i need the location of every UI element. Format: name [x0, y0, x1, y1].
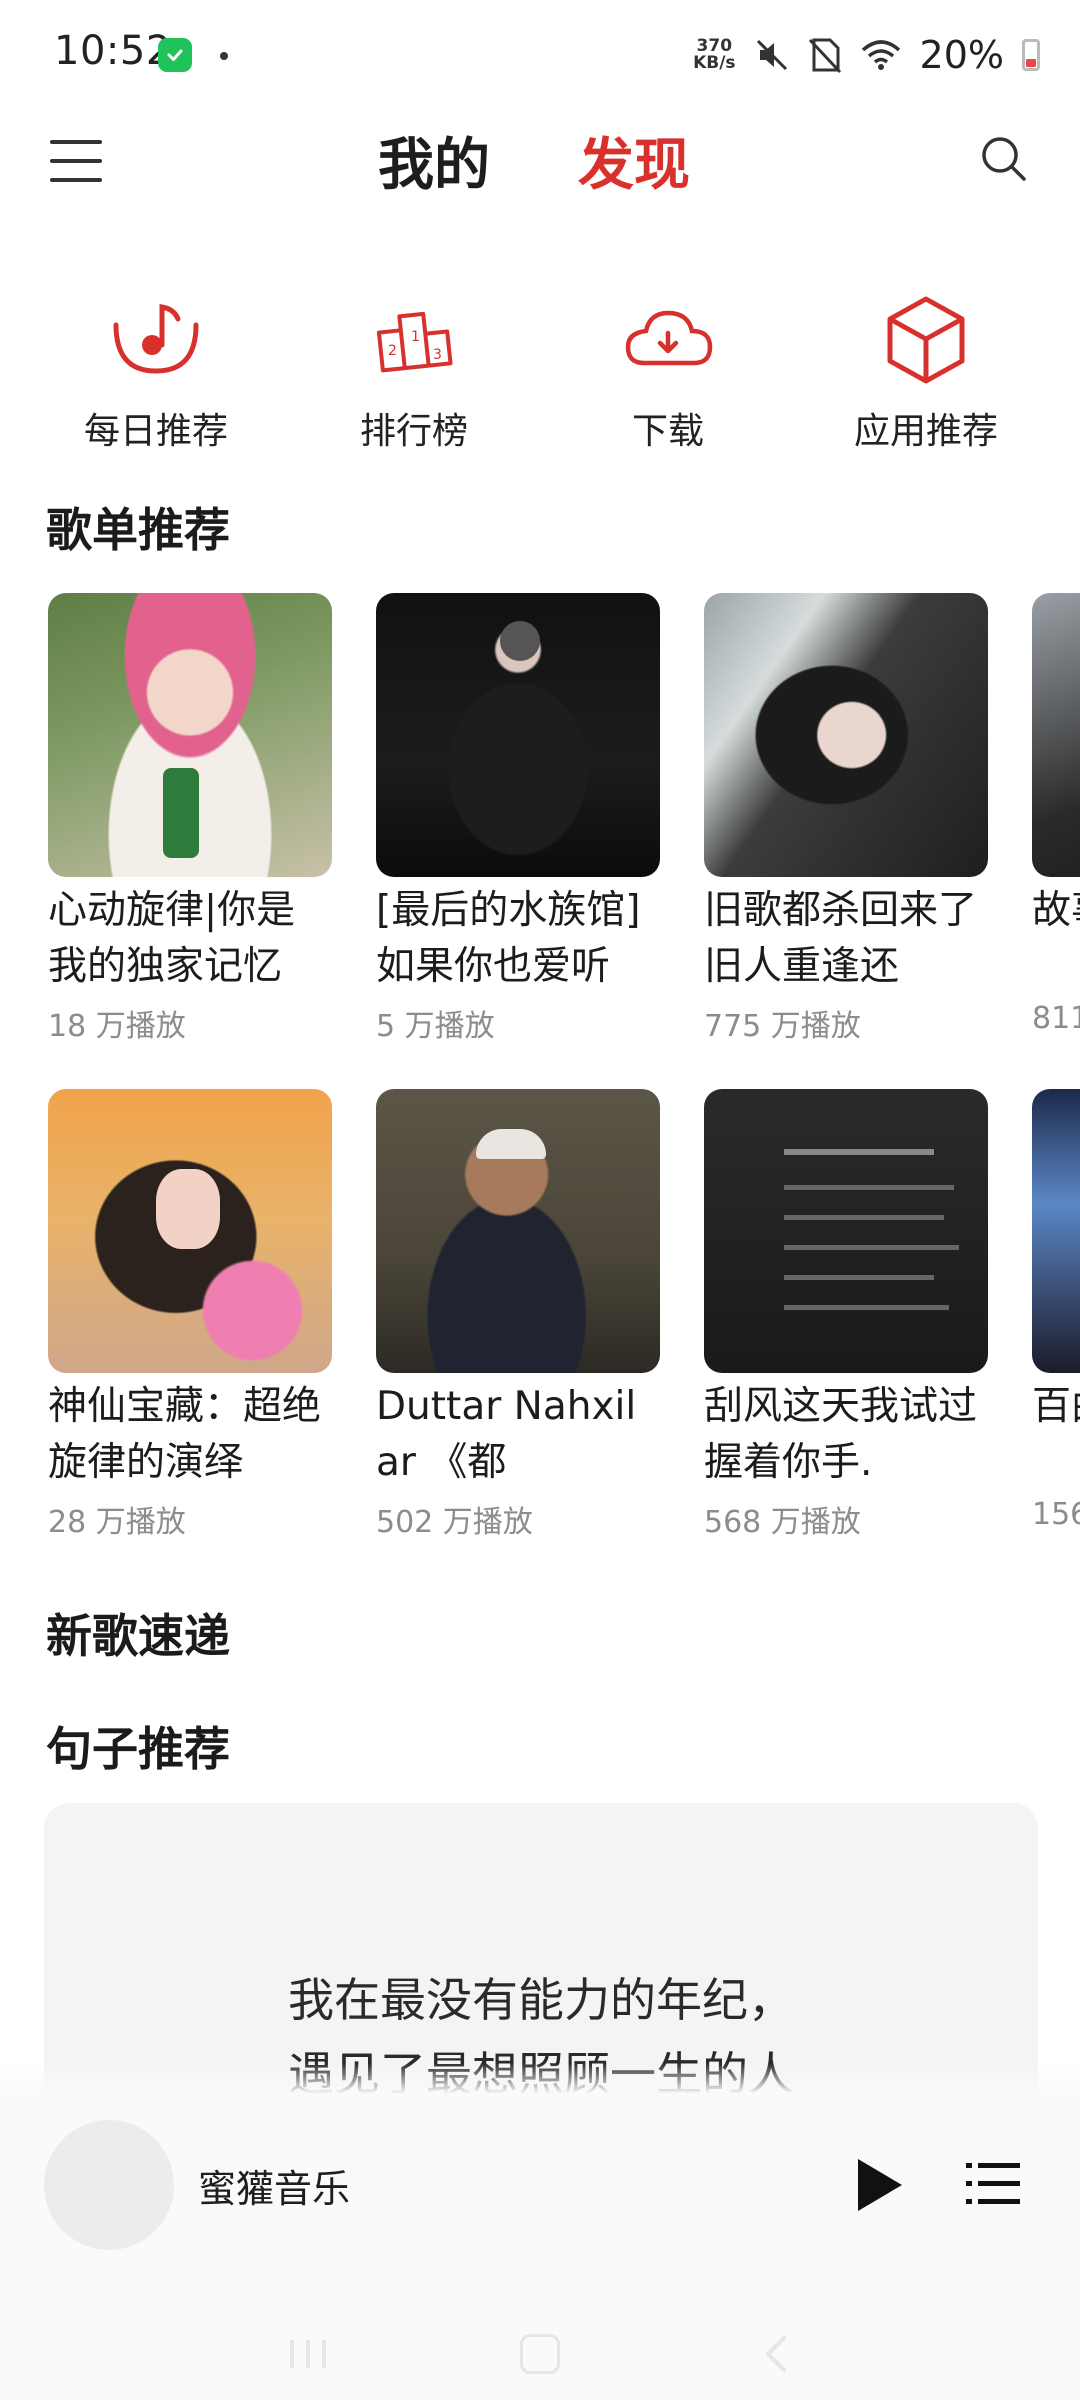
playlist-cover — [48, 1089, 332, 1373]
playlist-title: Duttar Nahxilar 《都 — [376, 1384, 637, 1485]
quick-entry-download[interactable]: 下载 — [568, 290, 768, 454]
quick-entries: 每日推荐 2 1 3 排行榜 下载 应用推荐 — [0, 290, 1080, 452]
playlist-cover — [376, 1089, 660, 1373]
sentence-line-1: 我在最没有能力的年纪， — [288, 1973, 794, 2027]
play-icon[interactable] — [848, 2153, 908, 2217]
playlist-card[interactable]: [最后的水族馆]如果你也爱听 5 万播放 — [376, 593, 660, 1045]
network-speed-unit: KB/s — [693, 53, 736, 73]
playlist-queue-icon[interactable] — [966, 2159, 1020, 2209]
cube-icon — [876, 290, 976, 390]
playlist-plays: 18 万播放 — [48, 1009, 186, 1044]
recent-apps-icon[interactable] — [286, 2336, 330, 2372]
status-bar: 10:52 370 KB/s 20% — [0, 0, 1080, 110]
playlist-card[interactable]: Duttar Nahxilar 《都 502 万播放 — [376, 1089, 660, 1541]
playlist-card[interactable]: 百曲 156 — [1032, 1089, 1080, 1532]
music-note-icon — [106, 290, 206, 390]
playlist-cover — [1032, 1089, 1080, 1373]
quick-entry-apps[interactable]: 应用推荐 — [826, 290, 1026, 454]
quick-entry-label: 每日推荐 — [83, 411, 228, 452]
quick-entry-label: 应用推荐 — [853, 411, 998, 452]
playlist-card[interactable]: 故事还 811 — [1032, 593, 1080, 1036]
section-title-playlists: 歌单推荐 — [46, 503, 230, 557]
playlist-plays: 28 万播放 — [48, 1505, 186, 1540]
back-icon[interactable] — [760, 2334, 790, 2374]
menu-icon[interactable] — [50, 140, 102, 182]
playlist-plays: 502 万播放 — [376, 1505, 533, 1540]
playlist-title: 刮风这天我试过握着你手. — [704, 1384, 978, 1485]
playlist-cover — [704, 593, 988, 877]
mute-icon — [756, 39, 787, 71]
svg-text:3: 3 — [433, 347, 442, 363]
section-title-new-songs[interactable]: 新歌速递 — [46, 1600, 230, 1666]
playlist-card[interactable]: 旧歌都杀回来了 旧人重逢还 775 万播放 — [704, 593, 988, 1045]
section-title-sentences: 句子推荐 — [46, 1722, 230, 1776]
player-title: 蜜獾音乐 — [198, 2167, 351, 2211]
home-icon[interactable] — [520, 2334, 560, 2374]
playlist-title: [最后的水族馆]如果你也爱听 — [376, 888, 641, 989]
svg-text:2: 2 — [388, 343, 397, 359]
tab-discover[interactable]: 发现 — [578, 120, 690, 201]
playlist-title: 旧歌都杀回来了 旧人重逢还 — [704, 888, 978, 989]
playlist-title: 心动旋律|你是我的独家记忆 — [48, 888, 296, 989]
system-navigation-bar — [0, 2300, 1080, 2400]
playlist-cover — [376, 593, 660, 877]
playlist-plays: 5 万播放 — [376, 1009, 495, 1044]
podium-icon: 2 1 3 — [364, 290, 464, 390]
playlist-card[interactable]: 神仙宝藏：超绝旋律的演绎 28 万播放 — [48, 1089, 332, 1541]
search-icon[interactable] — [978, 133, 1030, 185]
quick-entry-label: 排行榜 — [359, 411, 468, 452]
playlist-cover — [1032, 593, 1080, 877]
battery-percent: 20% — [919, 33, 1004, 77]
wifi-icon — [861, 40, 900, 70]
playlist-plays: 156 — [1032, 1497, 1080, 1532]
quick-entry-daily[interactable]: 每日推荐 — [56, 290, 256, 454]
notification-dot-icon — [220, 52, 228, 60]
status-time: 10:52 — [54, 28, 172, 74]
playlist-title: 百曲 — [1032, 1384, 1080, 1429]
playlist-title: 故事还 — [1032, 888, 1080, 933]
shield-check-icon — [158, 38, 192, 72]
playlist-cover — [704, 1089, 988, 1373]
playlist-cover — [48, 593, 332, 877]
svg-text:1: 1 — [411, 329, 420, 345]
no-sim-icon — [808, 38, 841, 74]
playlist-card[interactable]: 心动旋律|你是我的独家记忆 18 万播放 — [48, 593, 332, 1045]
network-speed: 370 KB/s — [693, 38, 735, 72]
playlist-plays: 775 万播放 — [704, 1009, 861, 1044]
cloud-download-icon — [618, 290, 718, 390]
playlist-card[interactable]: 刮风这天我试过握着你手. 568 万播放 — [704, 1089, 988, 1541]
quick-entry-label: 下载 — [631, 411, 704, 452]
playlist-plays: 568 万播放 — [704, 1505, 861, 1540]
album-art[interactable] — [44, 2120, 174, 2250]
app-screen: 10:52 370 KB/s 20% 我的 发现 每日推荐 2 1 3 排行榜 … — [0, 0, 1080, 2400]
battery-icon — [1022, 39, 1040, 71]
playlist-title: 神仙宝藏：超绝旋律的演绎 — [48, 1384, 322, 1485]
playlist-plays: 811 — [1032, 1001, 1080, 1036]
quick-entry-charts[interactable]: 2 1 3 排行榜 — [314, 290, 514, 454]
tab-mine[interactable]: 我的 — [378, 120, 490, 201]
status-icons: 370 KB/s 20% — [693, 30, 1040, 80]
